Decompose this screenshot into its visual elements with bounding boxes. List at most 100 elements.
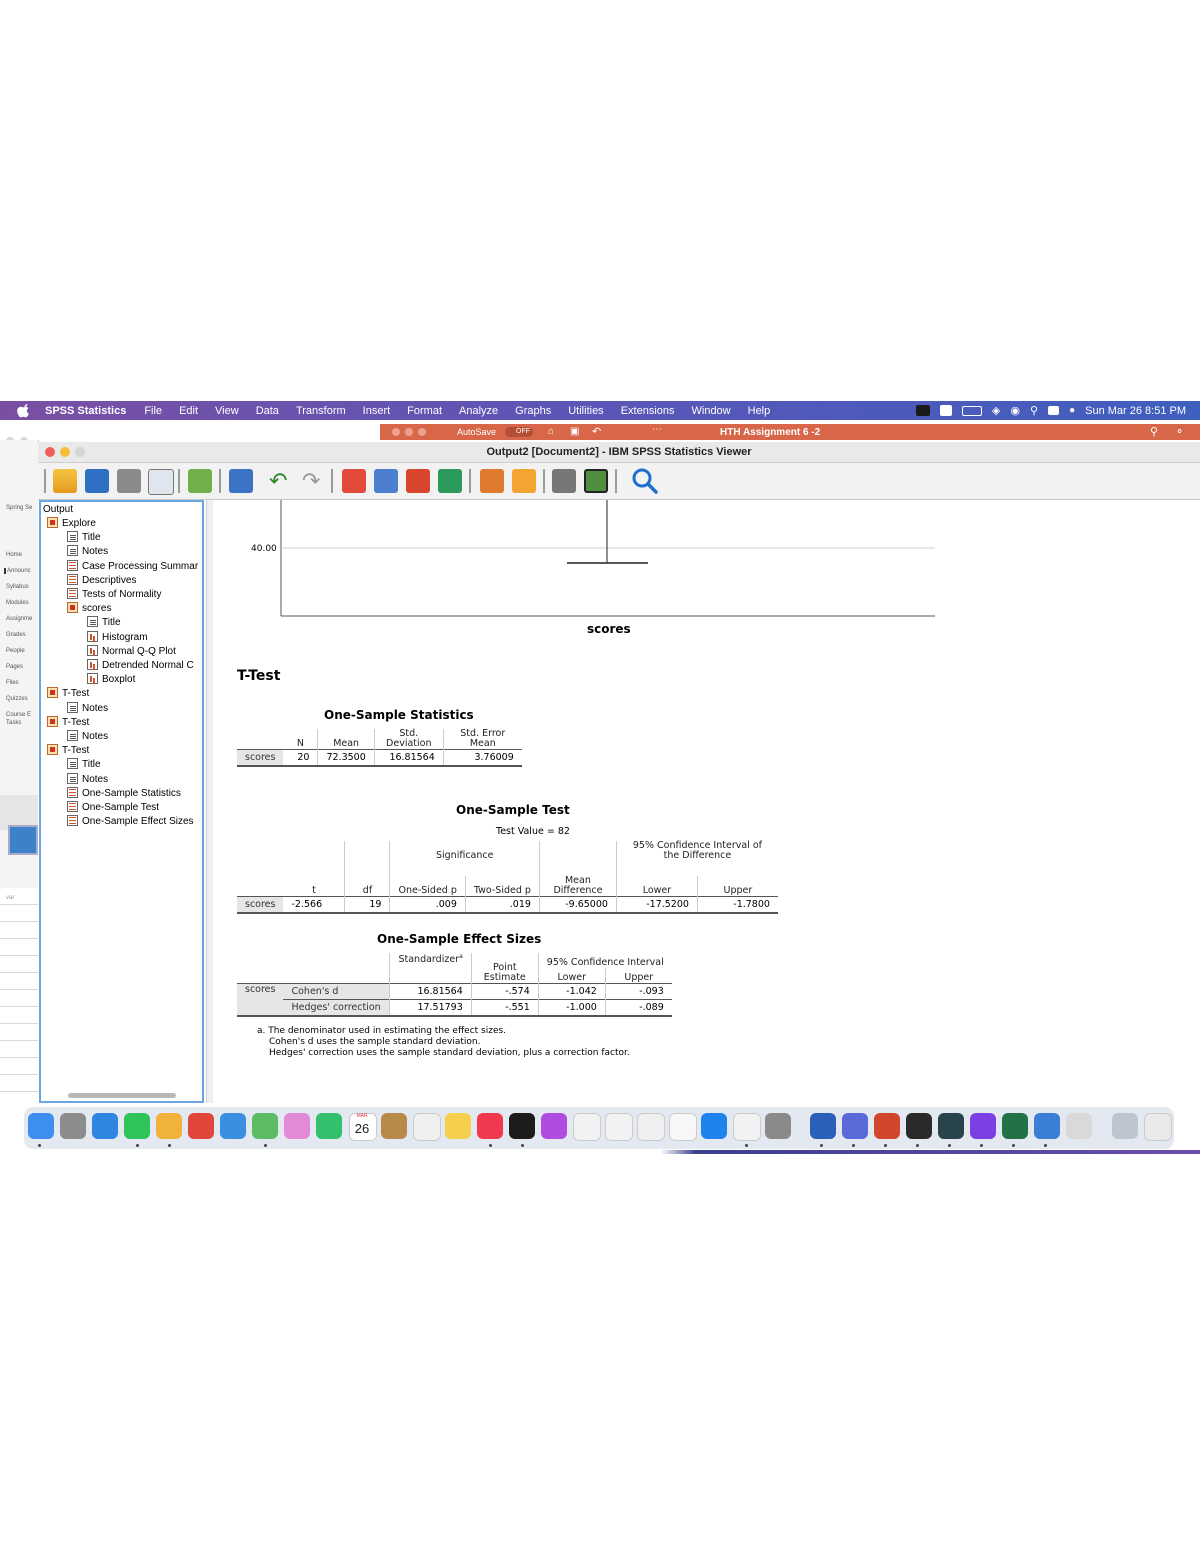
outline-item[interactable]: Boxplot [87, 673, 135, 687]
notes-icon[interactable] [445, 1113, 471, 1139]
stats-table[interactable]: N Mean Std. Deviation Std. Error Mean sc… [237, 729, 522, 767]
finder-icon[interactable] [28, 1113, 54, 1139]
recall-dialog-icon[interactable] [229, 469, 253, 493]
control-center-icon[interactable] [1048, 406, 1060, 415]
menu-graphs[interactable]: Graphs [515, 405, 551, 417]
canvas-nav-item[interactable]: Assignme [6, 616, 32, 622]
export-icon[interactable] [188, 469, 212, 493]
canvas-nav-item[interactable]: Syllabus [6, 584, 29, 590]
outline-item[interactable]: Title [67, 758, 101, 772]
canvas-nav-item[interactable]: Spring Se [6, 505, 32, 511]
battery-icon[interactable] [961, 405, 982, 416]
menu-view[interactable]: View [215, 405, 239, 417]
settings-icon[interactable] [765, 1113, 791, 1139]
menu-app-name[interactable]: SPSS Statistics [45, 405, 126, 417]
record-icon[interactable] [939, 405, 952, 416]
contacts-icon[interactable] [381, 1113, 407, 1139]
messages-icon[interactable] [124, 1113, 150, 1139]
spotlight-icon[interactable]: ⚲ [1030, 404, 1038, 417]
reminders-icon[interactable] [413, 1113, 441, 1141]
youtube-icon[interactable] [733, 1113, 761, 1141]
mail-icon[interactable] [220, 1113, 246, 1139]
redo-icon[interactable]: ↷ [302, 468, 320, 494]
zoom-icon[interactable] [906, 1113, 932, 1139]
podcasts-icon[interactable] [541, 1113, 567, 1139]
excel-icon[interactable] [1002, 1113, 1028, 1139]
menu-format[interactable]: Format [407, 405, 442, 417]
open-icon[interactable] [53, 469, 77, 493]
canvas-nav-item[interactable]: Announc [4, 568, 31, 574]
home-icon[interactable]: ⌂ [548, 426, 554, 437]
outline-item[interactable]: Descriptives [67, 573, 136, 588]
powerpoint-icon[interactable] [874, 1113, 900, 1139]
numbers-icon[interactable] [637, 1113, 665, 1141]
test-table[interactable]: Significance 95% Confidence Interval of … [237, 841, 778, 914]
goto-case-icon[interactable] [342, 469, 366, 493]
word-icon[interactable] [810, 1113, 836, 1139]
outline-item[interactable]: One-Sample Statistics [67, 786, 181, 801]
siri-icon[interactable]: ● [1069, 405, 1075, 416]
insert-output-icon[interactable] [480, 469, 504, 493]
save-icon[interactable]: ▣ [570, 426, 579, 437]
menu-help[interactable]: Help [748, 405, 771, 417]
onenote-icon[interactable] [970, 1113, 996, 1139]
chrome-alt-icon[interactable] [188, 1113, 214, 1139]
keynote-icon[interactable] [573, 1113, 601, 1141]
menu-insert[interactable]: Insert [363, 405, 391, 417]
word-autosave-toggle[interactable]: OFF [505, 427, 533, 437]
apple-icon[interactable] [17, 403, 31, 418]
outline-item[interactable]: Notes [67, 772, 108, 787]
music-icon[interactable] [477, 1113, 503, 1139]
outline-item[interactable]: Title [87, 616, 121, 630]
canva-icon[interactable] [842, 1113, 868, 1139]
canvas-nav-item[interactable]: Modules [6, 600, 29, 606]
close-button[interactable] [45, 447, 55, 457]
table-row[interactable]: scores 20 72.3500 16.81564 3.76009 [237, 749, 522, 766]
preview-icon[interactable] [1066, 1113, 1092, 1139]
print-icon[interactable] [117, 469, 141, 493]
outline-scrollbar[interactable] [68, 1093, 176, 1098]
outline-item[interactable]: One-Sample Effect Sizes [67, 815, 194, 829]
facetime-icon[interactable] [316, 1113, 342, 1139]
outline-item[interactable]: T-Test [47, 715, 89, 730]
save-icon[interactable] [85, 469, 109, 493]
menu-file[interactable]: File [144, 405, 162, 417]
outline-item[interactable]: T-Test [47, 687, 89, 701]
effect-table[interactable]: Standardizera Point Estimate 95% Confide… [237, 953, 672, 1017]
outline-root[interactable]: Output [43, 503, 73, 517]
news-icon[interactable] [605, 1113, 633, 1141]
clock[interactable]: Sun Mar 26 8:51 PM [1085, 405, 1186, 417]
table-row[interactable]: Hedges' correction 17.51793 -.551 -1.000… [237, 999, 672, 1016]
outline-item[interactable]: Notes [67, 701, 108, 716]
show-icon[interactable] [584, 469, 608, 493]
goto-variable-icon[interactable] [374, 469, 398, 493]
outline-pane[interactable]: Output Explore Title Notes Case Processing … [39, 500, 204, 1103]
hide-icon[interactable] [552, 469, 576, 493]
share-icon[interactable]: ⚬ [1175, 425, 1184, 438]
variables-icon[interactable] [406, 469, 430, 493]
chrome-icon[interactable] [156, 1113, 182, 1139]
maps-icon[interactable] [252, 1113, 278, 1139]
tv-icon[interactable] [509, 1113, 535, 1139]
outline-item[interactable]: Title [67, 531, 101, 545]
table-row[interactable]: scores -2.566 19 .009 .019 -9.65000 -17.… [237, 896, 778, 913]
photos-icon[interactable] [284, 1113, 310, 1139]
menu-edit[interactable]: Edit [179, 405, 198, 417]
more-icon[interactable]: ⋯ [652, 424, 662, 435]
outline-item[interactable]: Explore [47, 517, 96, 531]
menu-analyze[interactable]: Analyze [459, 405, 498, 417]
canvas-nav-item[interactable]: Home [6, 552, 22, 558]
terminal-icon[interactable] [938, 1113, 964, 1139]
spss-data-editor-icon[interactable] [8, 825, 38, 855]
pages-icon[interactable] [669, 1113, 697, 1141]
canvas-nav-item[interactable]: Pages [6, 664, 23, 670]
outline-item[interactable]: One-Sample Test [67, 801, 159, 815]
wifi-icon[interactable]: ◈ [992, 404, 1000, 417]
outline-item[interactable]: Notes [67, 545, 108, 559]
menu-window[interactable]: Window [692, 405, 731, 417]
outline-item[interactable]: scores [67, 602, 111, 616]
outline-item[interactable]: Notes [67, 730, 108, 744]
outline-item[interactable]: Detrended Normal C [87, 659, 194, 673]
outline-item[interactable]: T-Test [47, 744, 89, 758]
menu-data[interactable]: Data [256, 405, 279, 417]
